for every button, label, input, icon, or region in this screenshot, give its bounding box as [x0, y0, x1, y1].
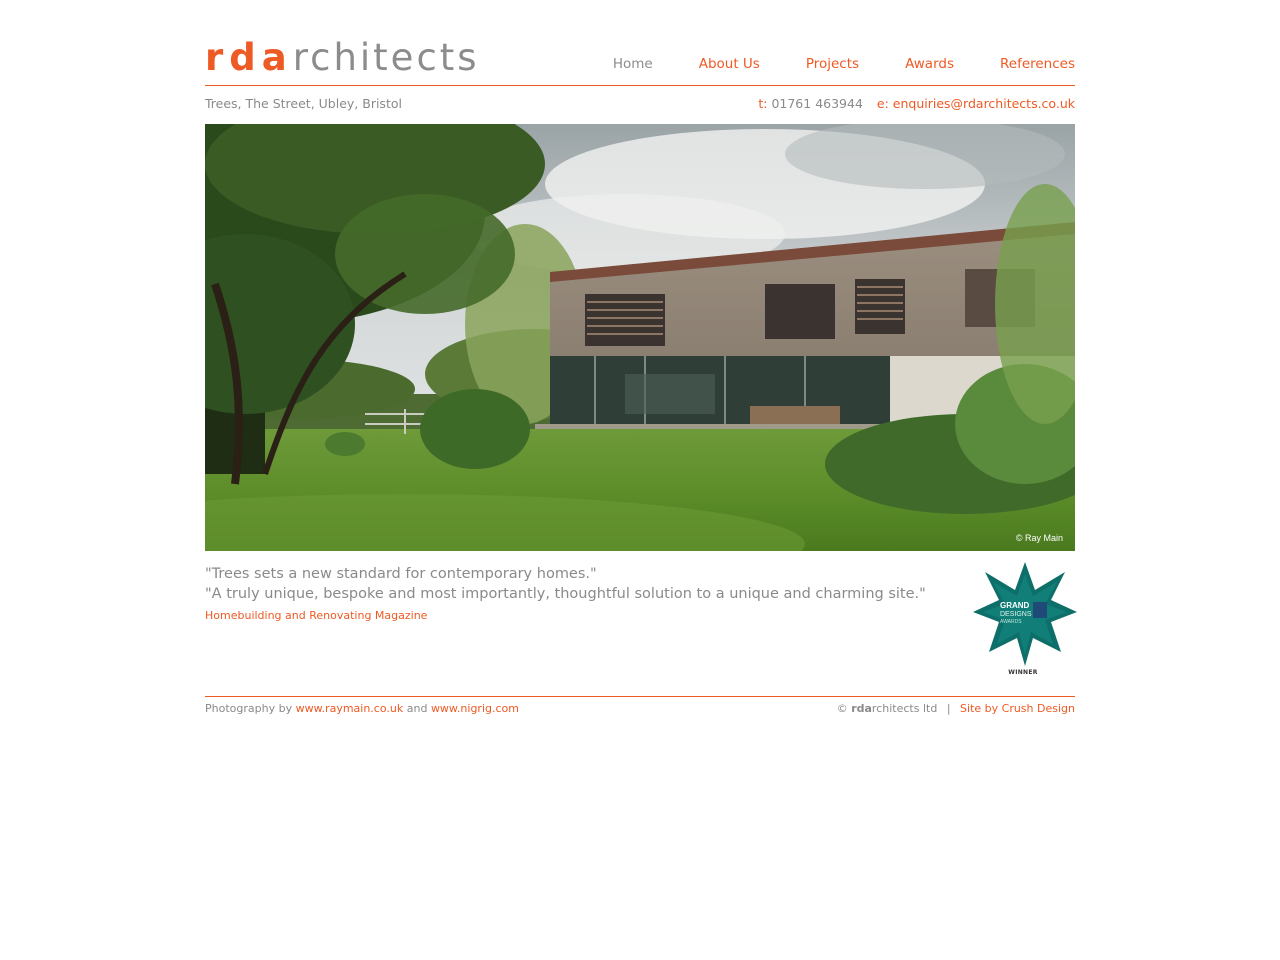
logo-prefix: rda	[205, 36, 293, 79]
award-star-icon: GRAND DESIGNS AWARDS	[973, 562, 1077, 666]
quote-line-2: "A truly unique, bespoke and most import…	[205, 586, 926, 602]
copyright-brand-bold: rda	[851, 702, 872, 715]
copyright: © rdarchitects ltd | Site by Crush Desig…	[837, 702, 1075, 715]
nav-awards[interactable]: Awards	[905, 56, 954, 72]
nav-projects[interactable]: Projects	[806, 56, 859, 72]
photo-credit-prefix: Photography by	[205, 702, 293, 715]
nav-about-us[interactable]: About Us	[699, 56, 760, 72]
photography-credits: Photography by www.raymain.co.uk and www…	[205, 702, 519, 715]
header-divider	[205, 85, 1075, 86]
grand-designs-award-badge[interactable]: GRAND DESIGNS AWARDS WINNER	[973, 560, 1077, 680]
nav-home[interactable]: Home	[613, 56, 653, 72]
award-winner-label: WINNER	[1008, 669, 1038, 676]
copyright-brand-rest: rchitects ltd	[871, 702, 938, 715]
main-nav: Home About Us Projects Awards References	[613, 56, 1075, 72]
phone-number: 01761 463944	[771, 96, 863, 111]
nigrig-link[interactable]: www.nigrig.com	[431, 702, 519, 715]
footer-separator: |	[946, 702, 951, 715]
contact-info: t: 01761 463944 e: enquiries@rdarchitect…	[758, 96, 1075, 111]
logo[interactable]: rdarchitects	[205, 38, 480, 78]
photo-credit-and: and	[406, 702, 428, 715]
raymain-link[interactable]: www.raymain.co.uk	[296, 702, 404, 715]
email-label: e:	[876, 96, 889, 111]
testimonial: "Trees sets a new standard for contempor…	[205, 564, 965, 623]
hero-photo: © Ray Main	[205, 124, 1075, 551]
award-title-1: GRAND	[1000, 601, 1030, 610]
award-sub: AWARDS	[1000, 619, 1022, 625]
copyright-symbol: ©	[836, 702, 848, 715]
site-by-link[interactable]: Site by Crush Design	[960, 702, 1075, 715]
quote-line-1: "Trees sets a new standard for contempor…	[205, 566, 597, 582]
photo-credit: © Ray Main	[1015, 533, 1063, 543]
nav-references[interactable]: References	[1000, 56, 1075, 72]
award-title-2: DESIGNS	[1000, 611, 1032, 618]
email-link[interactable]: enquiries@rdarchitects.co.uk	[893, 96, 1075, 111]
quote-source-link[interactable]: Homebuilding and Renovating Magazine	[205, 609, 427, 622]
project-address: Trees, The Street, Ubley, Bristol	[205, 96, 402, 111]
house-garden-image	[205, 124, 1075, 551]
footer-divider	[205, 696, 1075, 697]
phone-label: t:	[758, 96, 768, 111]
logo-suffix: rchitects	[292, 36, 480, 79]
